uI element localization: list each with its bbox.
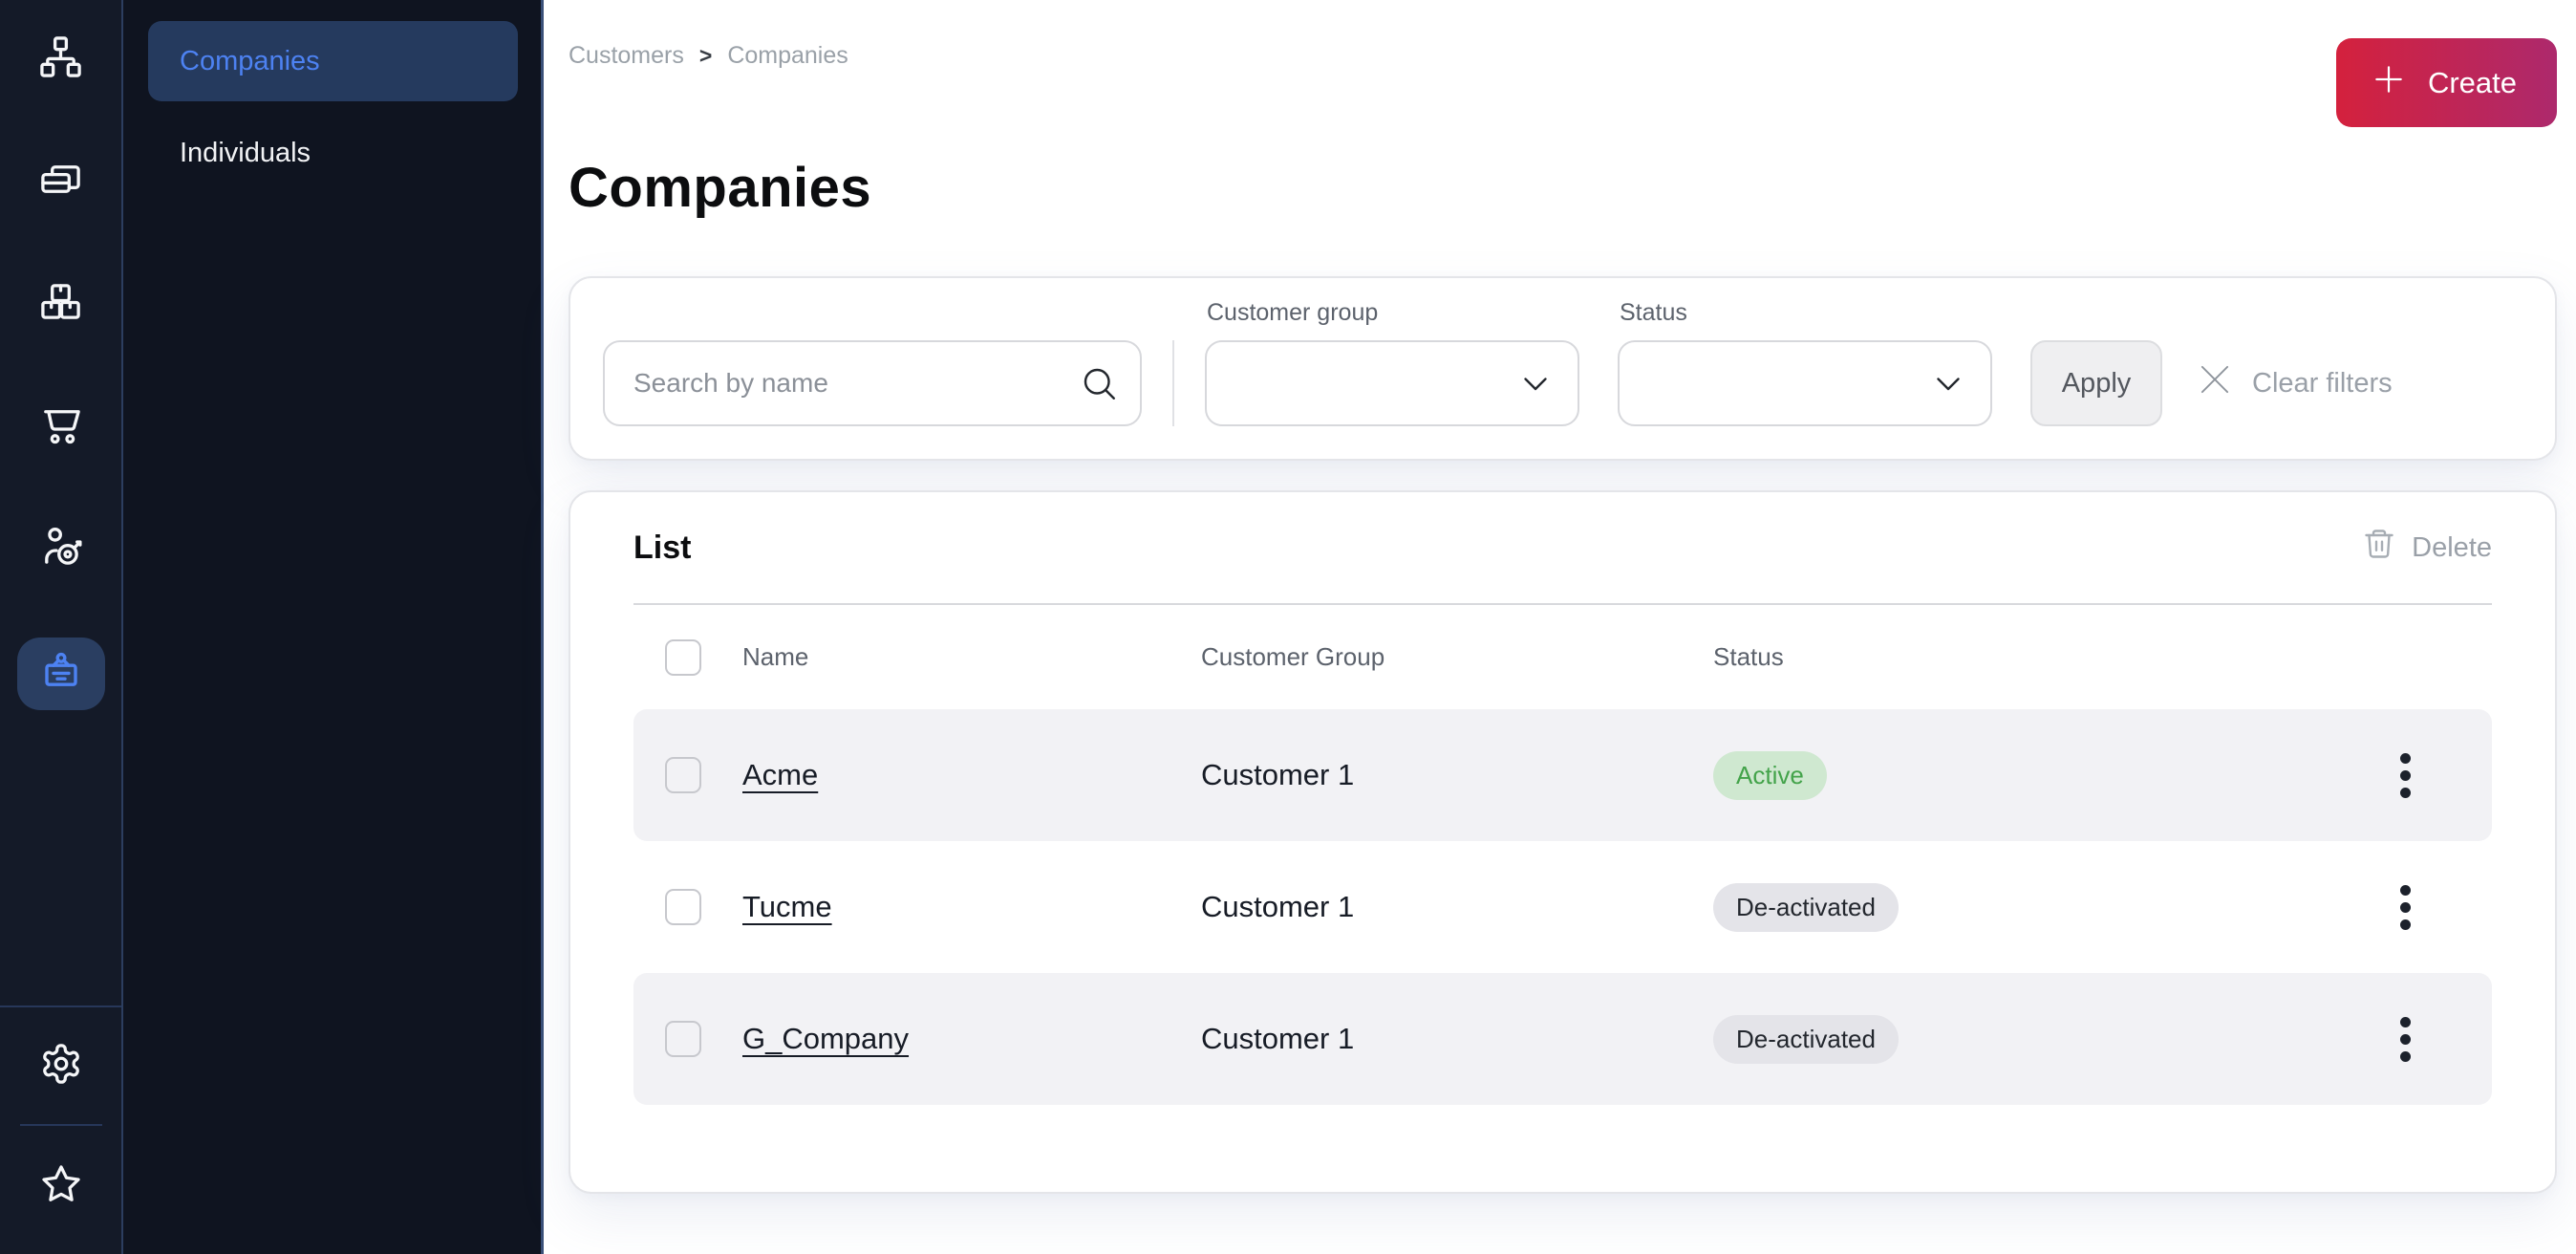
close-icon	[2195, 359, 2235, 407]
payment-cards-icon	[38, 157, 83, 205]
column-header-customer-group: Customer Group	[1201, 642, 1713, 672]
table-row: Tucme Customer 1 De-activated	[633, 841, 2492, 973]
column-header-name: Name	[742, 642, 1201, 672]
sidebar-item-structure[interactable]	[37, 34, 85, 82]
status-field: Status	[1618, 299, 1992, 426]
row-checkbox[interactable]	[665, 889, 701, 925]
gear-icon	[39, 1042, 83, 1089]
row-checkbox[interactable]	[665, 1021, 701, 1057]
page-title: Companies	[569, 156, 2557, 221]
plus-icon	[2371, 61, 2407, 105]
trash-icon	[2362, 527, 2396, 569]
delete-button-label: Delete	[2412, 532, 2492, 564]
column-header-status: Status	[1713, 642, 2460, 672]
chevron-down-icon	[1518, 366, 1553, 400]
sidebar-item-customers[interactable]	[17, 638, 105, 710]
customer-group-cell: Customer 1	[1201, 1022, 1713, 1056]
sidebar-item-companies[interactable]: Companies	[148, 21, 518, 101]
create-button-label: Create	[2428, 66, 2517, 100]
target-user-icon	[38, 524, 83, 572]
sidebar-item-label: Individuals	[180, 138, 311, 169]
sidebar-item-orders[interactable]	[37, 401, 85, 449]
icon-rail	[0, 0, 123, 1254]
list-heading: List	[633, 530, 691, 567]
search-field	[603, 340, 1142, 426]
breadcrumb: Customers > Companies	[569, 42, 848, 70]
secondary-sidebar: Companies Individuals	[123, 0, 544, 1254]
status-badge: Active	[1713, 751, 1827, 800]
status-badge: De-activated	[1713, 1015, 1899, 1064]
search-input[interactable]	[603, 340, 1142, 426]
status-badge: De-activated	[1713, 883, 1899, 932]
row-checkbox[interactable]	[665, 757, 701, 793]
table-row: G_Company Customer 1 De-activated	[633, 973, 2492, 1105]
table-row: Acme Customer 1 Active	[633, 709, 2492, 841]
customer-group-select[interactable]	[1205, 340, 1579, 426]
chevron-down-icon	[1931, 366, 1965, 400]
customer-group-label: Customer group	[1205, 299, 1579, 327]
customer-group-field: Customer group	[1205, 299, 1579, 426]
boxes-icon	[38, 279, 83, 327]
topbar: Customers > Companies Create	[569, 0, 2557, 127]
star-icon	[39, 1162, 83, 1209]
sidebar-item-payments[interactable]	[37, 157, 85, 205]
sidebar-item-label: Companies	[180, 46, 320, 77]
rail-divider	[0, 1005, 121, 1007]
customer-badge-icon	[38, 650, 84, 699]
list-header: List Delete	[633, 492, 2492, 603]
sidebar-item-marketing[interactable]	[37, 524, 85, 572]
table-header: Name Customer Group Status	[633, 605, 2492, 709]
status-label: Status	[1618, 299, 1992, 327]
breadcrumb-separator: >	[699, 43, 712, 69]
settings-button[interactable]	[38, 1042, 84, 1088]
delete-button[interactable]: Delete	[2362, 527, 2492, 569]
main-content: Customers > Companies Create Companies	[544, 0, 2576, 1254]
breadcrumb-item-customers[interactable]: Customers	[569, 42, 684, 70]
status-select[interactable]	[1618, 340, 1992, 426]
list-panel: List Delete Name Customer Group Status	[569, 490, 2557, 1194]
favorites-button[interactable]	[38, 1162, 84, 1208]
clear-filters-button[interactable]: Clear filters	[2195, 340, 2393, 426]
create-button[interactable]: Create	[2336, 38, 2557, 127]
sidebar-item-products[interactable]	[37, 279, 85, 327]
app-root: Companies Individuals Customers > Compan…	[0, 0, 2576, 1254]
clear-filters-label: Clear filters	[2252, 368, 2393, 400]
filter-divider	[1172, 340, 1174, 426]
filters-panel: Customer group Status	[569, 276, 2557, 461]
kebab-menu-button[interactable]	[2394, 1011, 2416, 1068]
kebab-menu-button[interactable]	[2394, 879, 2416, 936]
customer-group-cell: Customer 1	[1201, 890, 1713, 924]
rail-divider	[20, 1124, 102, 1126]
sidebar-item-individuals[interactable]: Individuals	[148, 113, 518, 193]
company-name-link[interactable]: G_Company	[742, 1022, 909, 1055]
company-name-link[interactable]: Tucme	[742, 890, 832, 923]
sitemap-icon	[38, 34, 83, 82]
customer-group-cell: Customer 1	[1201, 758, 1713, 792]
select-all-checkbox[interactable]	[665, 639, 701, 676]
cart-icon	[38, 401, 83, 449]
kebab-menu-button[interactable]	[2394, 747, 2416, 804]
company-name-link[interactable]: Acme	[742, 758, 818, 791]
breadcrumb-item-companies[interactable]: Companies	[727, 42, 848, 70]
apply-button[interactable]: Apply	[2030, 340, 2162, 426]
